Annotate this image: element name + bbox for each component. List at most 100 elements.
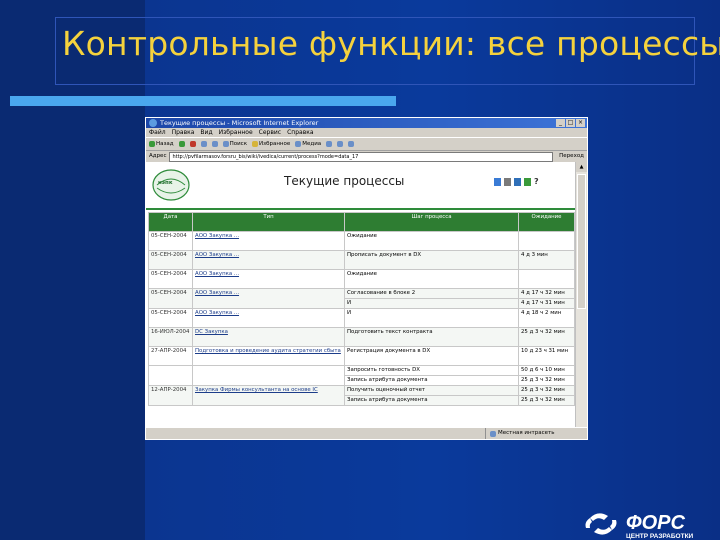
table-row: 27-АПР-2004 Подготовка и проведение ауди… xyxy=(148,346,575,366)
home-button-icon[interactable] xyxy=(211,141,218,147)
col-header-wait[interactable]: Ожидание xyxy=(518,212,575,232)
home-icon[interactable] xyxy=(494,178,501,186)
cell-date: 05-СЕН-2004 xyxy=(148,308,193,328)
cell-step: Запись атрибута документа xyxy=(344,395,519,406)
cell-date: 16-ИЮЛ-2004 xyxy=(148,327,193,347)
page-content: нэпк Текущие процессы ? Дата Тип Шаг про… xyxy=(146,162,577,427)
cell-type-link[interactable] xyxy=(192,365,345,386)
document-icon[interactable] xyxy=(524,178,531,186)
table-row: 16-ИЮЛ-2004 DC Закупка Подготовить текст… xyxy=(148,327,575,347)
media-button[interactable]: Медиа xyxy=(295,138,321,150)
search-icon xyxy=(222,141,229,147)
cell-type-link[interactable]: Закупка Фирмы консультанта на основе IC xyxy=(192,385,345,406)
col-header-type[interactable]: Тип xyxy=(192,212,345,232)
address-label: Адрес xyxy=(149,153,167,159)
cell-date: 27-АПР-2004 xyxy=(148,346,193,366)
ie-icon xyxy=(149,119,157,127)
menu-edit[interactable]: Правка xyxy=(172,128,195,137)
logo-text: нэпк xyxy=(158,180,173,186)
cell-type-link[interactable]: АОО Закупка ... xyxy=(192,250,345,270)
table-row: 12-АПР-2004 Закупка Фирмы консультанта н… xyxy=(148,385,575,406)
cell-date: 05-СЕН-2004 xyxy=(148,269,193,289)
favorites-button[interactable]: Избранное xyxy=(252,138,290,150)
intranet-icon xyxy=(490,430,496,437)
search-button[interactable]: Поиск xyxy=(222,138,247,150)
people-icon[interactable] xyxy=(514,178,521,186)
cell-wait: 4 д 17 ч 32 мин xyxy=(518,288,575,299)
media-icon xyxy=(295,141,302,147)
brand-name: ФОРС xyxy=(626,512,686,534)
status-bar: Местная интрасеть xyxy=(146,427,587,439)
mail-icon[interactable] xyxy=(337,141,344,147)
browser-window: Текущие процессы - Microsoft Internet Ex… xyxy=(145,117,588,440)
menu-help[interactable]: Справка xyxy=(287,128,313,137)
cell-step: И xyxy=(344,308,519,328)
cell-step: И xyxy=(344,298,519,309)
vertical-scrollbar[interactable]: ▲ xyxy=(575,162,587,427)
cell-wait xyxy=(518,231,575,251)
cell-date: 05-СЕН-2004 xyxy=(148,250,193,270)
col-header-date[interactable]: Дата xyxy=(148,212,193,232)
refresh-icon[interactable] xyxy=(200,141,207,147)
address-input[interactable]: http://pvfilarmasov.forsru_bis/wiki/ived… xyxy=(169,151,554,162)
cell-wait: 4 д 18 ч 2 мин xyxy=(518,308,575,328)
table-header-row: Дата Тип Шаг процесса Ожидание xyxy=(148,212,575,232)
menu-bar: Файл Правка Вид Избранное Сервис Справка xyxy=(146,128,587,138)
cell-step: Запись атрибута документа xyxy=(344,375,519,386)
tools-icon[interactable] xyxy=(504,178,511,186)
cell-step: Согласование в блоке 2 xyxy=(344,288,519,299)
window-controls: _ □ × xyxy=(556,119,585,127)
cell-step: Запросить готовность DX xyxy=(344,365,519,376)
status-zone-label: Местная интрасеть xyxy=(498,430,555,436)
menu-favorites[interactable]: Избранное xyxy=(219,128,253,137)
minimize-icon[interactable]: _ xyxy=(556,119,565,127)
close-icon[interactable]: × xyxy=(576,119,585,127)
brand-logo: ФОРС ЦЕНТР РАЗРАБОТКИ xyxy=(585,512,694,540)
scroll-up-icon[interactable]: ▲ xyxy=(576,162,587,172)
table-row: 05-СЕН-2004 АОО Закупка ... Ожидание xyxy=(148,269,575,289)
table-row: 05-СЕН-2004 АОО Закупка ... Прописать до… xyxy=(148,250,575,270)
page-heading: Текущие процессы xyxy=(284,174,405,188)
cell-date: 05-СЕН-2004 xyxy=(148,288,193,309)
cell-wait: 50 д 6 ч 10 мин xyxy=(518,365,575,376)
maximize-icon[interactable]: □ xyxy=(566,119,575,127)
cell-type-link[interactable]: АОО Закупка ... xyxy=(192,231,345,251)
app-toolbar: ? xyxy=(494,178,541,186)
print-icon[interactable] xyxy=(348,141,355,147)
cell-step: Получить оценочный отчет xyxy=(344,385,519,396)
cell-type-link[interactable]: АОО Закупка ... xyxy=(192,269,345,289)
cell-step: Подготовить текст контракта xyxy=(344,327,519,347)
cell-wait: 25 д 3 ч 32 мин xyxy=(518,375,575,386)
cell-wait: 25 д 3 ч 32 мин xyxy=(518,395,575,406)
cell-step: Регистрация документа в DX xyxy=(344,346,519,366)
cell-step: Ожидание xyxy=(344,269,519,289)
go-button[interactable]: Переход xyxy=(556,151,587,162)
stop-icon[interactable] xyxy=(189,141,196,147)
col-header-step[interactable]: Шаг процесса xyxy=(344,212,519,232)
cell-type-link[interactable]: АОО Закупка ... xyxy=(192,288,345,309)
menu-tools[interactable]: Сервис xyxy=(259,128,281,137)
cell-step: Ожидание xyxy=(344,231,519,251)
brand-mark-icon xyxy=(585,513,617,535)
menu-view[interactable]: Вид xyxy=(200,128,212,137)
slide-title: Контрольные функции: все процессы xyxy=(62,24,720,63)
cell-type-link[interactable]: DC Закупка xyxy=(192,327,345,347)
app-header: нэпк Текущие процессы ? xyxy=(146,162,577,210)
table-row: 05-СЕН-2004 АОО Закупка ... И 4 д 18 ч 2… xyxy=(148,308,575,328)
back-button[interactable]: Назад xyxy=(149,138,174,150)
cell-date xyxy=(148,365,193,386)
back-arrow-icon xyxy=(149,141,155,147)
cell-wait xyxy=(518,269,575,289)
scroll-thumb[interactable] xyxy=(577,174,586,309)
browser-toolbar: Назад Поиск Избранное Медиа xyxy=(146,138,587,151)
cell-type-link[interactable]: Подготовка и проведение аудита стратегии… xyxy=(192,346,345,366)
cell-type-link[interactable]: АОО Закупка ... xyxy=(192,308,345,328)
history-icon[interactable] xyxy=(326,141,333,147)
browser-title: Текущие процессы - Microsoft Internet Ex… xyxy=(160,119,319,127)
brand-subtitle: ЦЕНТР РАЗРАБОТКИ xyxy=(626,533,694,540)
forward-arrow-icon[interactable] xyxy=(178,141,185,147)
help-icon[interactable]: ? xyxy=(534,178,541,186)
status-text xyxy=(146,428,486,439)
header-divider xyxy=(146,208,577,210)
menu-file[interactable]: Файл xyxy=(149,128,166,137)
